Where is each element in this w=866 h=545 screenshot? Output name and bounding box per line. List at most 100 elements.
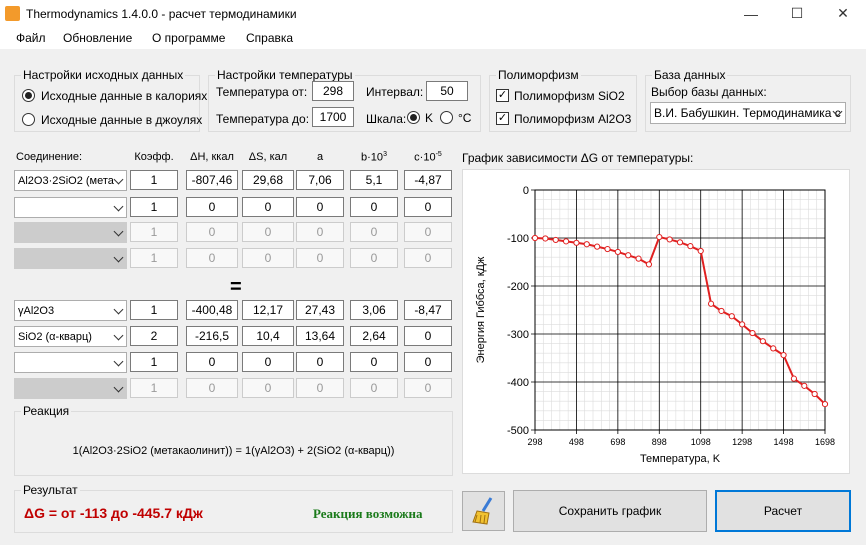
data-point [821, 400, 829, 408]
menu-file[interactable]: Файл [16, 31, 46, 45]
header-compound: Соединение: [16, 151, 83, 163]
coef-input[interactable]: 1 [130, 197, 178, 217]
a-input[interactable]: 27,43 [296, 300, 344, 320]
y-tick-label: -200 [507, 281, 529, 293]
b-input[interactable]: 0 [350, 197, 398, 217]
coef-input[interactable]: 1 [130, 300, 178, 320]
header-a: a [316, 151, 324, 163]
data-point [552, 236, 559, 244]
joules-radio[interactable] [22, 113, 35, 126]
a-input[interactable]: 0 [296, 352, 344, 372]
coef-input[interactable]: 1 [130, 170, 178, 190]
al2o3-polymorphism-label: Полиморфизм Al2O3 [514, 112, 632, 126]
coef-input: 1 [130, 248, 178, 268]
sio2-polymorphism-checkbox[interactable]: ✓ [496, 89, 509, 102]
a-input: 0 [296, 378, 344, 398]
y-axis-label: Энергия Гиббса, кДж [475, 256, 487, 363]
celsius-radio[interactable] [440, 111, 453, 124]
data-point [583, 241, 590, 248]
data-point [604, 245, 611, 253]
dh-input[interactable]: -400,48 [186, 300, 238, 320]
b-input: 0 [350, 248, 398, 268]
b-input[interactable]: 5,1 [350, 170, 398, 190]
b-input[interactable]: 0 [350, 352, 398, 372]
b-input[interactable]: 2,64 [350, 326, 398, 346]
dh-input[interactable]: 0 [186, 197, 238, 217]
app-icon [5, 6, 20, 21]
y-tick-label: -400 [507, 377, 529, 389]
compound-select-value: Al2O3·2SiO2 (мета [18, 174, 114, 187]
plot-frame [534, 189, 826, 431]
header-ds: ΔS, кал [248, 151, 288, 163]
menu-about[interactable]: О программе [152, 31, 225, 45]
c-input[interactable]: 0 [404, 352, 452, 372]
b-input: 0 [350, 378, 398, 398]
ds-input[interactable]: 29,68 [242, 170, 294, 190]
dh-input[interactable]: -216,5 [186, 326, 238, 346]
y-tick-label: -300 [507, 329, 529, 341]
c-input: 0 [404, 378, 452, 398]
a-input[interactable]: 7,06 [296, 170, 344, 190]
compound-select[interactable] [14, 352, 127, 373]
c-input[interactable]: -4,87 [404, 170, 452, 190]
menu-update[interactable]: Обновление [63, 31, 132, 45]
save-chart-button[interactable]: Сохранить график [513, 490, 707, 532]
dh-input: 0 [186, 222, 238, 242]
data-point [635, 255, 642, 262]
minimize-button[interactable]: — [728, 0, 774, 27]
data-point [645, 261, 653, 268]
close-button[interactable]: ✕ [820, 0, 866, 27]
ds-input[interactable]: 10,4 [242, 326, 294, 346]
maximize-button[interactable]: ☐ [774, 0, 820, 27]
a-input[interactable]: 0 [296, 197, 344, 217]
chevron-down-icon [113, 330, 124, 341]
compound-select[interactable]: SiO2 (α-кварц) [14, 326, 127, 347]
database-select[interactable]: В.И. Бабушкин. Термодинамика с [650, 102, 846, 124]
clear-button[interactable] [462, 491, 505, 531]
temp-to-input[interactable]: 1700 [312, 107, 354, 127]
kelvin-radio[interactable] [407, 111, 420, 124]
al2o3-polymorphism-checkbox[interactable]: ✓ [496, 112, 509, 125]
gibbs-chart: 298 498 698 898 1098 1298 1498 1698 0 -100 -200 -30… [462, 169, 850, 474]
data-point [687, 243, 694, 250]
temp-from-input[interactable]: 298 [312, 81, 354, 101]
interval-label: Интервал: [366, 85, 424, 99]
ds-input[interactable]: 12,17 [242, 300, 294, 320]
c-input[interactable]: 0 [404, 326, 452, 346]
b-input: 0 [350, 222, 398, 242]
temp-from-label: Температура от: [216, 85, 308, 99]
calculate-button[interactable]: Расчет [715, 490, 851, 532]
y-tick-label: 0 [523, 185, 529, 197]
data-point [656, 233, 663, 241]
header-b-exponent: 3 [383, 151, 387, 158]
chart-title: График зависимости ΔG от температуры: [462, 151, 694, 165]
menu-help[interactable]: Справка [246, 31, 293, 45]
data-point [542, 235, 549, 242]
header-c-exponent: -5 [435, 151, 442, 158]
data-point [811, 390, 818, 398]
b-input[interactable]: 3,06 [350, 300, 398, 320]
calories-label: Исходные данные в калориях [41, 89, 208, 103]
header-c: c·10-5 [404, 151, 452, 164]
dh-input[interactable]: -807,46 [186, 170, 238, 190]
header-b-text: b·10 [361, 151, 384, 164]
coef-input[interactable]: 2 [130, 326, 178, 346]
dh-input[interactable]: 0 [186, 352, 238, 372]
ds-input[interactable]: 0 [242, 197, 294, 217]
x-tick-label: 498 [569, 437, 584, 447]
temperature-settings-legend: Настройки температуры [217, 68, 353, 82]
ds-input[interactable]: 0 [242, 352, 294, 372]
c-input[interactable]: 0 [404, 197, 452, 217]
c-input[interactable]: -8,47 [404, 300, 452, 320]
x-tick-label: 698 [610, 437, 625, 447]
compound-select[interactable]: γAl2O3 [14, 300, 127, 321]
a-input[interactable]: 13,64 [296, 326, 344, 346]
compound-select[interactable]: Al2O3·2SiO2 (мета [14, 170, 127, 191]
calories-radio[interactable] [22, 89, 35, 102]
coef-input[interactable]: 1 [130, 352, 178, 372]
interval-input[interactable]: 50 [426, 81, 468, 101]
compound-select[interactable] [14, 197, 127, 218]
x-tick-label: 898 [652, 437, 667, 447]
chevron-down-icon [113, 382, 124, 393]
coef-input: 1 [130, 378, 178, 398]
